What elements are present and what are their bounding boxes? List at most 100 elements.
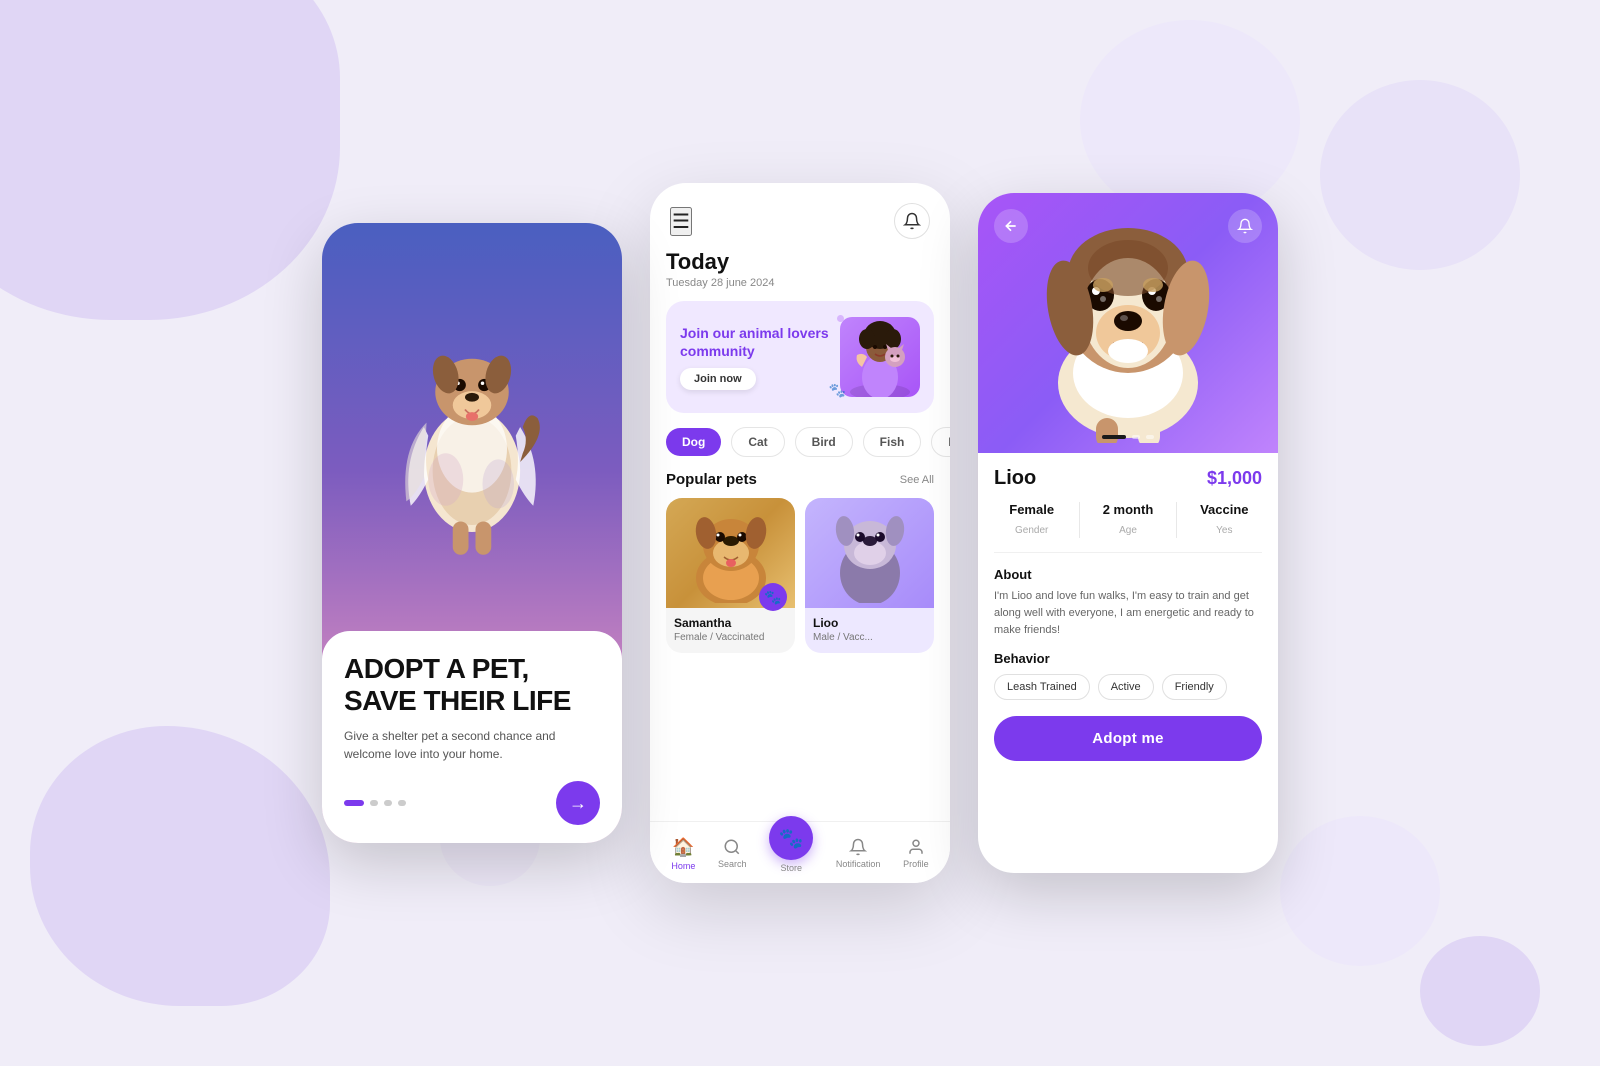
screens-container: Adopt a pet, save their life Give a shel… — [322, 183, 1278, 883]
bottom-nav: 🏠 Home Search 🐾 Store Notification — [650, 821, 950, 883]
hero-dot-2 — [1132, 435, 1140, 439]
lioo-image — [805, 498, 934, 608]
nav-search-label: Search — [718, 859, 747, 869]
date-label: Tuesday 28 june 2024 — [666, 277, 934, 289]
menu-button[interactable]: ☰ — [670, 207, 692, 236]
detail-bell-icon — [1237, 218, 1253, 234]
lioo-preview-svg — [825, 503, 915, 603]
dot-2 — [384, 800, 392, 806]
behavior-tags: Leash Trained Active Friendly — [994, 674, 1262, 700]
join-button[interactable]: Join now — [680, 368, 756, 390]
community-title: Join our animal lovers community — [680, 324, 832, 360]
paw-badge: 🐾 — [759, 583, 787, 611]
today-label: Today — [666, 249, 934, 275]
background-blob-2 — [30, 726, 330, 1006]
category-row: Dog Cat Bird Fish R — [666, 427, 934, 457]
stat-divider-2 — [1176, 502, 1177, 538]
nav-store[interactable]: 🐾 Store — [769, 834, 813, 873]
category-fish-button[interactable]: Fish — [863, 427, 922, 457]
stat-divider-1 — [1079, 502, 1080, 538]
nav-home[interactable]: 🏠 Home — [671, 837, 695, 871]
behavior-title: Behavior — [994, 651, 1262, 666]
samantha-info: Samantha Female / Vaccinated — [666, 608, 795, 653]
screen1-content: Adopt a pet, save their life Give a shel… — [322, 631, 622, 843]
search-icon — [723, 838, 741, 856]
dot-1 — [370, 800, 378, 806]
dog1-svg — [382, 287, 562, 567]
nav-notification-label: Notification — [836, 859, 881, 869]
stat-gender: Female Gender — [994, 502, 1069, 538]
stat-vaccine: Vaccine Yes — [1187, 502, 1262, 538]
community-illustration — [845, 317, 915, 397]
screen3-hero — [978, 193, 1278, 453]
lioo-name: Lioo — [813, 616, 926, 630]
pets-row: Samantha Female / Vaccinated 🐾 — [666, 498, 934, 653]
nav-profile[interactable]: Profile — [903, 838, 929, 869]
next-button[interactable]: → — [556, 781, 600, 825]
banner-paw-icon: 🐾 — [829, 382, 846, 399]
stat-gender-label: Gender — [1015, 525, 1048, 536]
screen2-header: ☰ — [650, 183, 950, 249]
notification-bell-button[interactable] — [894, 203, 930, 239]
pet-detail-name: Lioo — [994, 467, 1036, 490]
popular-title: Popular pets — [666, 471, 757, 488]
category-dog-button[interactable]: Dog — [666, 428, 721, 456]
stat-gender-value: Female — [994, 502, 1069, 517]
dog-image-placeholder — [322, 223, 622, 631]
category-cat-button[interactable]: Cat — [731, 427, 784, 457]
background-blob-5 — [1280, 816, 1440, 966]
nav-store-label: Store — [780, 863, 802, 873]
behavior-tag-friendly: Friendly — [1162, 674, 1227, 700]
hero-dot-3 — [1146, 435, 1154, 439]
stat-age: 2 month Age — [1090, 502, 1165, 538]
dot-3 — [398, 800, 406, 806]
hero-dot-1 — [1102, 435, 1126, 439]
community-image — [840, 317, 920, 397]
behavior-tag-leash: Leash Trained — [994, 674, 1090, 700]
profile-icon — [907, 838, 925, 856]
nav-profile-label: Profile — [903, 859, 929, 869]
home-icon: 🏠 — [672, 837, 694, 858]
background-blob-1 — [0, 0, 340, 320]
screen2-body: Today Tuesday 28 june 2024 Join our anim… — [650, 249, 950, 821]
pet-stats-row: Female Gender 2 month Age Vaccine Yes — [994, 502, 1262, 553]
nav-notification[interactable]: Notification — [836, 838, 881, 869]
nav-search[interactable]: Search — [718, 838, 747, 869]
screen1-subtitle: Give a shelter pet a second chance and w… — [344, 727, 600, 763]
back-arrow-icon — [1003, 218, 1019, 234]
screen2-home: ☰ Today Tuesday 28 june 2024 Join our an… — [650, 183, 950, 883]
pet-card-lioo[interactable]: Lioo Male / Vacc... — [805, 498, 934, 653]
lioo-info: Lioo Male / Vacc... — [805, 608, 934, 653]
see-all-link[interactable]: See All — [900, 474, 934, 486]
behavior-tag-active: Active — [1098, 674, 1154, 700]
about-title: About — [994, 567, 1262, 582]
beagle-svg — [1008, 213, 1248, 443]
about-text: I'm Lioo and love fun walks, I'm easy to… — [994, 588, 1262, 639]
nav-home-label: Home — [671, 861, 695, 871]
pet-price: $1,000 — [1207, 468, 1262, 489]
stat-vaccine-value: Vaccine — [1187, 502, 1262, 517]
dot-active — [344, 800, 364, 806]
samantha-name: Samantha — [674, 616, 787, 630]
background-blob-6 — [1420, 936, 1540, 1046]
stat-age-value: 2 month — [1090, 502, 1165, 517]
community-text: Join our animal lovers community Join no… — [680, 324, 832, 390]
back-button[interactable] — [994, 209, 1028, 243]
stat-age-label: Age — [1119, 525, 1137, 536]
screen3-detail: Lioo $1,000 Female Gender 2 month Age Va… — [978, 193, 1278, 873]
screen1-onboarding: Adopt a pet, save their life Give a shel… — [322, 223, 622, 843]
bell-icon — [903, 212, 921, 230]
adopt-me-button[interactable]: Adopt me — [994, 716, 1262, 761]
detail-bell-button[interactable] — [1228, 209, 1262, 243]
background-blob-4 — [1320, 80, 1520, 270]
hero-image-dots — [1102, 435, 1154, 439]
notification-icon — [849, 838, 867, 856]
screen1-dog-area — [322, 223, 622, 631]
category-bird-button[interactable]: Bird — [795, 427, 853, 457]
banner-sparkle-dot — [837, 315, 844, 322]
category-more-button[interactable]: R — [931, 427, 950, 457]
paw-nav-button[interactable]: 🐾 — [769, 816, 813, 860]
pet-card-samantha[interactable]: Samantha Female / Vaccinated 🐾 — [666, 498, 795, 653]
samantha-detail: Female / Vaccinated — [674, 632, 787, 643]
screen1-footer: → — [344, 781, 600, 825]
